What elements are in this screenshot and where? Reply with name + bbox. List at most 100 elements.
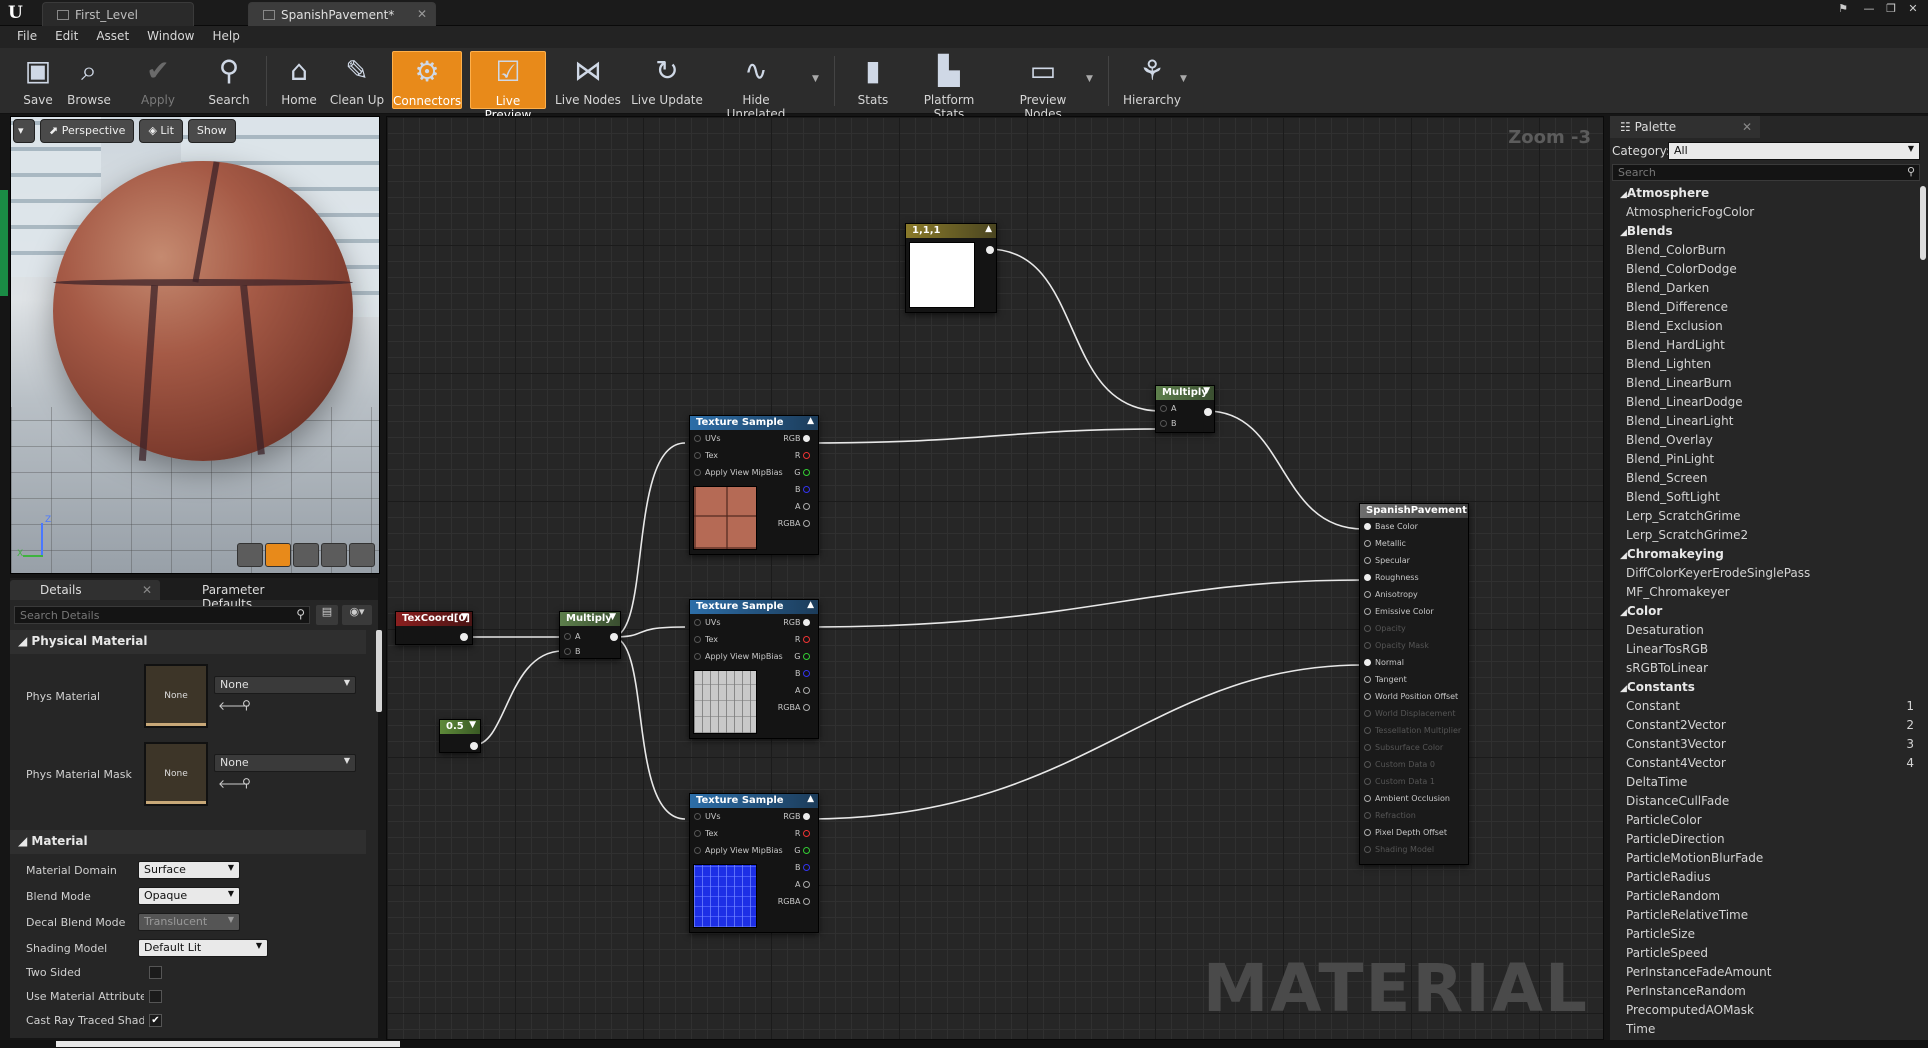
pin-uvs[interactable]: UVs — [694, 812, 721, 821]
search-button[interactable]: ⚲ Search — [204, 51, 254, 109]
palette-item[interactable]: LinearTosRGB — [1610, 640, 1918, 659]
texture-sample-node-1[interactable]: Texture Sample ▲ UVs Tex Apply View MipBi… — [689, 415, 819, 555]
out-rgb[interactable]: RGB — [783, 812, 814, 821]
close-window-icon[interactable]: ✕ — [1904, 2, 1922, 16]
two-sided-checkbox[interactable] — [149, 966, 162, 979]
result-pin[interactable]: Roughness — [1364, 573, 1419, 582]
live-update-button[interactable]: ↻ Live Update — [630, 51, 704, 109]
out-r[interactable]: R — [795, 451, 814, 460]
hide-unrelated-button[interactable]: ∿ Hide Unrelated — [712, 51, 800, 121]
hierarchy-dropdown-icon[interactable]: ▼ — [1180, 74, 1187, 84]
out-b[interactable]: B — [795, 669, 814, 678]
tab-details[interactable]: Details ✕ — [10, 580, 160, 600]
palette-item[interactable]: Blend_LinearDodge — [1610, 393, 1918, 412]
palette-scrollbar[interactable] — [1920, 186, 1926, 260]
palette-item[interactable]: Blend_Overlay — [1610, 431, 1918, 450]
pin-a[interactable]: A — [1160, 404, 1176, 413]
palette-item[interactable]: ParticleColor — [1610, 811, 1918, 830]
cube-preview-button[interactable] — [321, 543, 347, 567]
viewport-options-button[interactable]: ▾ — [13, 119, 35, 143]
phys-material-mask-thumbnail[interactable]: None — [144, 742, 208, 806]
out-r[interactable]: R — [795, 635, 814, 644]
out-a[interactable]: A — [795, 502, 814, 511]
connectors-button[interactable]: ⚙ Connectors — [392, 51, 462, 109]
result-pin[interactable]: Pixel Depth Offset — [1364, 828, 1447, 837]
live-nodes-button[interactable]: ⋈ Live Nodes — [554, 51, 622, 109]
palette-item[interactable]: ParticleRandom — [1610, 887, 1918, 906]
out-b[interactable]: B — [795, 485, 814, 494]
pin-b[interactable]: B — [564, 647, 581, 656]
use-material-attributes-checkbox[interactable] — [149, 990, 162, 1003]
collapse-icon[interactable]: ▲ — [985, 224, 992, 234]
minimize-icon[interactable]: — — [1860, 2, 1878, 16]
output-pin[interactable] — [470, 742, 478, 750]
tab-palette[interactable]: ☷ Palette ✕ — [1610, 116, 1760, 138]
phys-material-combo[interactable]: None ▼ — [214, 676, 356, 694]
palette-category[interactable]: ◢Atmosphere — [1610, 184, 1918, 203]
constant3vector-node[interactable]: 1,1,1 ▲ — [905, 223, 997, 313]
output-pin[interactable] — [610, 633, 618, 641]
pin-b[interactable]: B — [1160, 419, 1177, 428]
collapse-icon[interactable]: ▼ — [1203, 386, 1210, 396]
pin-a[interactable]: A — [564, 632, 580, 641]
menu-edit[interactable]: Edit — [46, 26, 87, 46]
details-search-input[interactable]: Search Details ⚲ — [14, 606, 310, 624]
cylinder-preview-button[interactable] — [237, 543, 263, 567]
palette-item[interactable]: Blend_SoftLight — [1610, 488, 1918, 507]
menu-help[interactable]: Help — [203, 26, 248, 46]
palette-item[interactable]: Blend_Lighten — [1610, 355, 1918, 374]
horizontal-scrollbar[interactable] — [56, 1041, 400, 1047]
result-pin[interactable]: Opacity — [1364, 624, 1406, 633]
pin-mipbias[interactable]: Apply View MipBias — [694, 652, 783, 661]
palette-category[interactable]: ◢Color — [1610, 602, 1918, 621]
menu-asset[interactable]: Asset — [87, 26, 138, 46]
out-a[interactable]: A — [795, 880, 814, 889]
pin-uvs[interactable]: UVs — [694, 618, 721, 627]
palette-item[interactable]: Time — [1610, 1020, 1918, 1039]
result-pin[interactable]: World Position Offset — [1364, 692, 1458, 701]
collapse-icon[interactable]: ▼ — [461, 612, 468, 622]
pin-tex[interactable]: Tex — [694, 451, 718, 460]
blend-mode-combo[interactable]: Opaque ▼ — [138, 887, 240, 905]
out-rgba[interactable]: RGBA — [778, 897, 814, 906]
clean-up-button[interactable]: ✎ Clean Up — [328, 51, 386, 109]
hide-unrelated-dropdown-icon[interactable]: ▼ — [812, 74, 819, 84]
palette-item[interactable]: AtmosphericFogColor — [1610, 203, 1918, 222]
menu-window[interactable]: Window — [138, 26, 203, 46]
result-pin[interactable]: Subsurface Color — [1364, 743, 1443, 752]
palette-category[interactable]: ◢Chromakeying — [1610, 545, 1918, 564]
palette-item[interactable]: Blend_Exclusion — [1610, 317, 1918, 336]
phys-material-mask-combo[interactable]: None ▼ — [214, 754, 356, 772]
palette-item[interactable]: Blend_Screen — [1610, 469, 1918, 488]
palette-category[interactable]: ◢Blends — [1610, 222, 1918, 241]
result-pin[interactable]: World Displacement — [1364, 709, 1455, 718]
palette-item[interactable]: ParticleSpeed — [1610, 944, 1918, 963]
result-pin[interactable]: Normal — [1364, 658, 1404, 667]
palette-item[interactable]: Constant2Vector 2 — [1610, 716, 1918, 735]
custom-mesh-preview-button[interactable] — [349, 543, 375, 567]
result-pin[interactable]: Shading Model — [1364, 845, 1434, 854]
palette-item[interactable]: Blend_HardLight — [1610, 336, 1918, 355]
out-rgb[interactable]: RGB — [783, 618, 814, 627]
palette-item[interactable]: ParticleRadius — [1610, 868, 1918, 887]
palette-item[interactable]: PerInstanceFadeAmount — [1610, 963, 1918, 982]
palette-item[interactable]: ParticleRelativeTime — [1610, 906, 1918, 925]
result-pin[interactable]: Tessellation Multiplier — [1364, 726, 1461, 735]
multiply-node-mid[interactable]: Multiply ▼ A B — [559, 611, 621, 659]
save-button[interactable]: ▣ Save — [16, 51, 60, 109]
palette-item[interactable]: Blend_ColorDodge — [1610, 260, 1918, 279]
result-pin[interactable]: Opacity Mask — [1364, 641, 1429, 650]
palette-item[interactable]: Blend_ColorBurn — [1610, 241, 1918, 260]
palette-item[interactable]: sRGBToLinear — [1610, 659, 1918, 678]
material-domain-combo[interactable]: Surface ▼ — [138, 861, 240, 879]
cast-ray-traced-shadows-checkbox[interactable]: ✔ — [149, 1014, 162, 1027]
palette-item[interactable]: Blend_LinearLight — [1610, 412, 1918, 431]
tab-spanish-pavement[interactable]: SpanishPavement* ✕ — [248, 2, 436, 26]
palette-item[interactable]: DiffColorKeyerErodeSinglePass — [1610, 564, 1918, 583]
view-options-button[interactable]: ▤ — [316, 605, 338, 625]
material-graph[interactable]: Zoom -3 MATERIAL 1,1,1 ▲ Multiply ▼ A B Te… — [386, 116, 1604, 1040]
result-pin[interactable]: Specular — [1364, 556, 1410, 565]
perspective-button[interactable]: ⬈ Perspective — [40, 119, 135, 143]
tab-parameter-defaults[interactable]: Parameter Defaults — [172, 580, 308, 611]
sphere-preview-button[interactable] — [265, 543, 291, 567]
